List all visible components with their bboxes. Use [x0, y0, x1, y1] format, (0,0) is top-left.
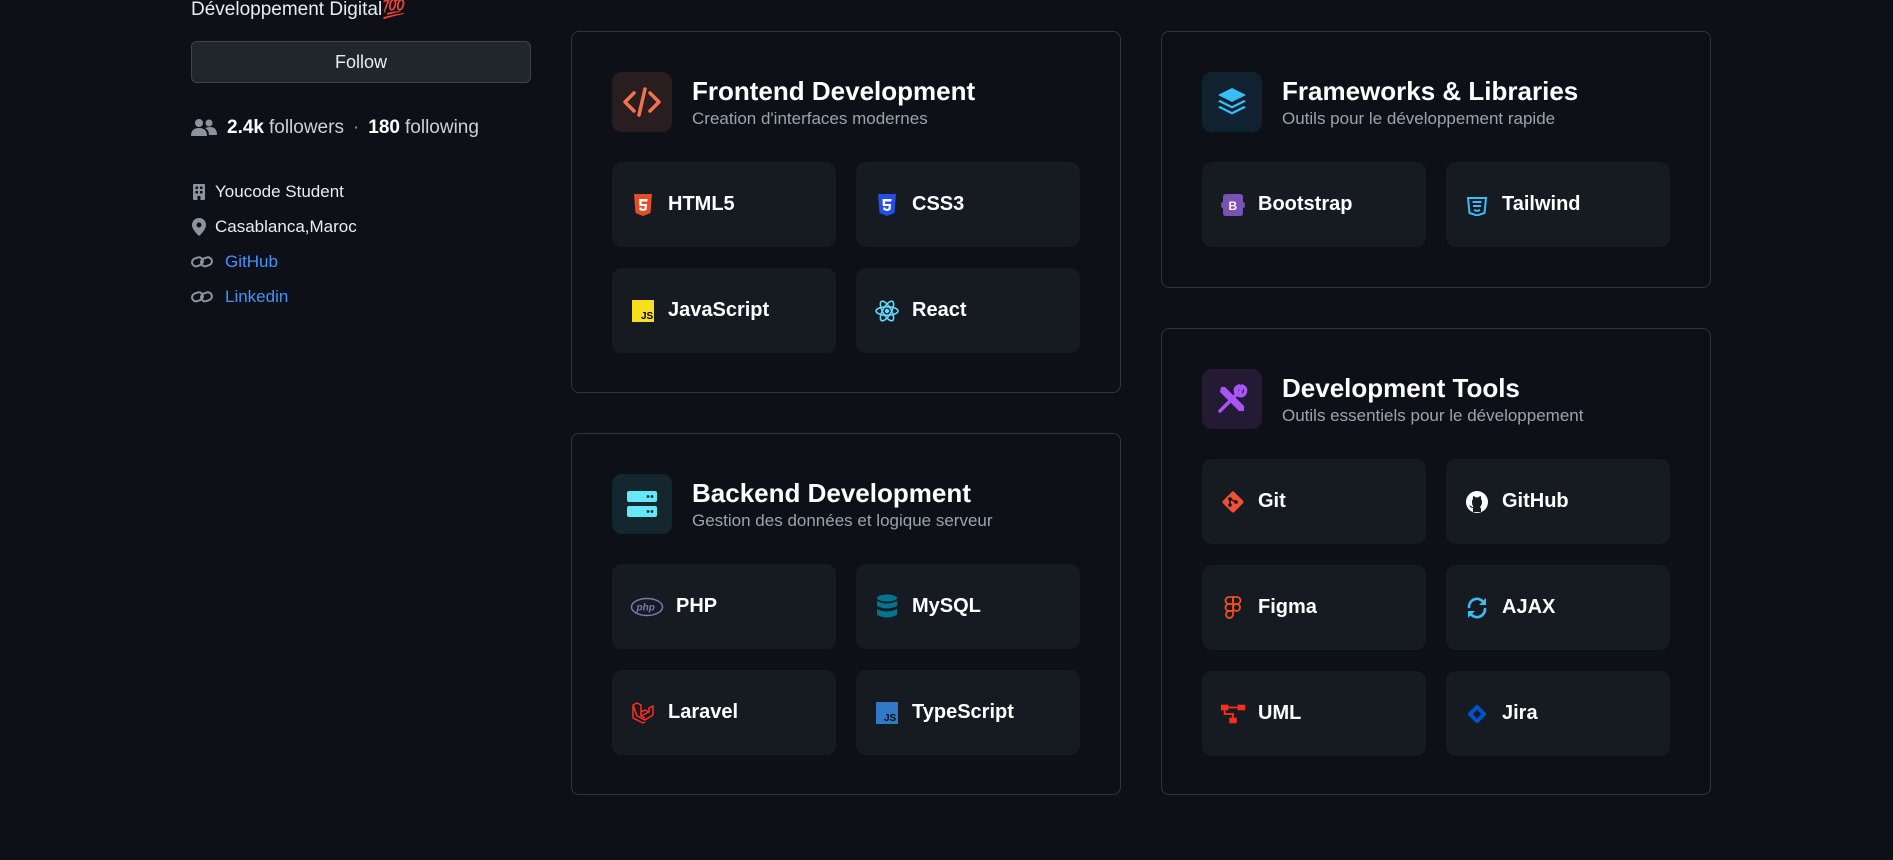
linkedin-link[interactable]: Linkedin	[225, 287, 288, 307]
card-subtitle: Outils essentiels pour le développement	[1282, 405, 1584, 425]
skill-javascript[interactable]: JS JavaScript	[612, 268, 836, 353]
skill-github[interactable]: GitHub	[1446, 459, 1670, 544]
skills-grid: B Bootstrap Tailwind	[1202, 162, 1670, 247]
skill-label: GitHub	[1502, 490, 1569, 512]
card-title: Development Tools	[1282, 372, 1520, 403]
skill-label: Figma	[1258, 596, 1317, 618]
link-icon	[191, 253, 213, 271]
skill-typescript[interactable]: JS TypeScript	[856, 670, 1080, 755]
bootstrap-icon: B	[1220, 192, 1246, 218]
diagram-icon	[1220, 701, 1246, 727]
github-link-row: GitHub	[191, 244, 357, 279]
profile-details: Youcode Student Casablanca,Maroc GitHub …	[191, 174, 357, 314]
server-icon	[612, 474, 672, 534]
link-icon	[191, 288, 213, 306]
skill-php[interactable]: php PHP	[612, 564, 836, 649]
github-link[interactable]: GitHub	[225, 252, 278, 272]
skill-label: Laravel	[668, 701, 739, 723]
skill-figma[interactable]: Figma	[1202, 565, 1426, 650]
skill-label: Git	[1258, 490, 1286, 512]
figma-icon	[1220, 595, 1246, 621]
svg-text:JS: JS	[884, 713, 897, 724]
code-icon	[612, 72, 672, 132]
html5-icon	[630, 192, 656, 218]
following-label[interactable]: following	[405, 117, 479, 139]
skill-jira[interactable]: Jira	[1446, 671, 1670, 756]
tailwind-icon	[1464, 192, 1490, 218]
jira-icon	[1464, 701, 1490, 727]
github-icon	[1464, 489, 1490, 515]
card-subtitle: Creation d'interfaces modernes	[692, 108, 928, 128]
git-icon	[1220, 489, 1246, 515]
refresh-icon	[1464, 595, 1490, 621]
svg-text:JS: JS	[641, 311, 654, 322]
skill-label: Tailwind	[1502, 193, 1581, 215]
skill-react[interactable]: React	[856, 268, 1080, 353]
skill-label: Bootstrap	[1258, 193, 1353, 215]
skill-label: HTML5	[668, 193, 735, 215]
frontend-card: Frontend Development Creation d'interfac…	[571, 31, 1121, 393]
skill-label: React	[912, 299, 967, 321]
skill-bootstrap[interactable]: B Bootstrap	[1202, 162, 1426, 247]
follow-button[interactable]: Follow	[191, 41, 531, 83]
database-icon	[874, 594, 900, 620]
linkedin-link-row: Linkedin	[191, 279, 357, 314]
skill-html5[interactable]: HTML5	[612, 162, 836, 247]
skill-label: PHP	[676, 595, 718, 617]
card-header: Frontend Development Creation d'interfac…	[612, 72, 975, 132]
skill-mysql[interactable]: MySQL	[856, 564, 1080, 649]
skills-grid: php PHP MySQL Laravel JS TypeScript	[612, 564, 1080, 755]
skills-grid: Git GitHub Figma AJAX UML Jira	[1202, 459, 1670, 756]
location-row: Casablanca,Maroc	[191, 209, 357, 244]
skill-label: CSS3	[912, 193, 965, 215]
skill-label: UML	[1258, 702, 1302, 724]
following-count[interactable]: 180	[368, 117, 400, 139]
card-subtitle: Outils pour le développement rapide	[1282, 108, 1556, 128]
svg-text:php: php	[636, 602, 655, 613]
react-icon	[874, 298, 900, 324]
people-icon	[191, 118, 217, 138]
profile-bio: Développement Digital💯	[191, 0, 406, 20]
followers-count[interactable]: 2.4k	[227, 117, 264, 139]
stats-separator: ·	[352, 117, 360, 138]
skill-uml[interactable]: UML	[1202, 671, 1426, 756]
organization-text: Youcode Student	[215, 181, 344, 201]
skill-css3[interactable]: CSS3	[856, 162, 1080, 247]
skill-label: MySQL	[912, 595, 981, 617]
organization-row: Youcode Student	[191, 174, 357, 209]
skill-git[interactable]: Git	[1202, 459, 1426, 544]
card-subtitle: Gestion des données et logique serveur	[692, 510, 993, 530]
backend-card: Backend Development Gestion des données …	[571, 433, 1121, 795]
card-title: Frameworks & Libraries	[1282, 75, 1579, 106]
building-icon	[191, 183, 207, 201]
php-icon: php	[630, 594, 664, 620]
skill-label: Jira	[1502, 702, 1538, 724]
laravel-icon	[630, 700, 656, 726]
tools-card: Development Tools Outils essentiels pour…	[1161, 328, 1711, 795]
location-pin-icon	[191, 217, 207, 236]
css3-icon	[874, 192, 900, 218]
layers-icon	[1202, 72, 1262, 132]
skill-tailwind[interactable]: Tailwind	[1446, 162, 1670, 247]
svg-text:B: B	[1229, 199, 1238, 213]
javascript-icon: JS	[630, 298, 656, 324]
card-title: Frontend Development	[692, 75, 976, 106]
skill-label: TypeScript	[912, 701, 1014, 723]
follow-stats: 2.4k followers · 180 following	[191, 117, 479, 139]
skill-ajax[interactable]: AJAX	[1446, 565, 1670, 650]
card-title: Backend Development	[692, 477, 971, 508]
typescript-icon: JS	[874, 700, 900, 726]
card-header: Frameworks & Libraries Outils pour le dé…	[1202, 72, 1578, 132]
skill-laravel[interactable]: Laravel	[612, 670, 836, 755]
frameworks-card: Frameworks & Libraries Outils pour le dé…	[1161, 31, 1711, 288]
skills-grid: HTML5 CSS3 JS JavaScript React	[612, 162, 1080, 353]
location-text: Casablanca,Maroc	[215, 216, 357, 236]
tools-icon	[1202, 369, 1262, 429]
skill-label: AJAX	[1502, 596, 1556, 618]
followers-label[interactable]: followers	[269, 117, 344, 139]
card-header: Backend Development Gestion des données …	[612, 474, 993, 534]
card-header: Development Tools Outils essentiels pour…	[1202, 369, 1583, 429]
skill-label: JavaScript	[668, 299, 770, 321]
